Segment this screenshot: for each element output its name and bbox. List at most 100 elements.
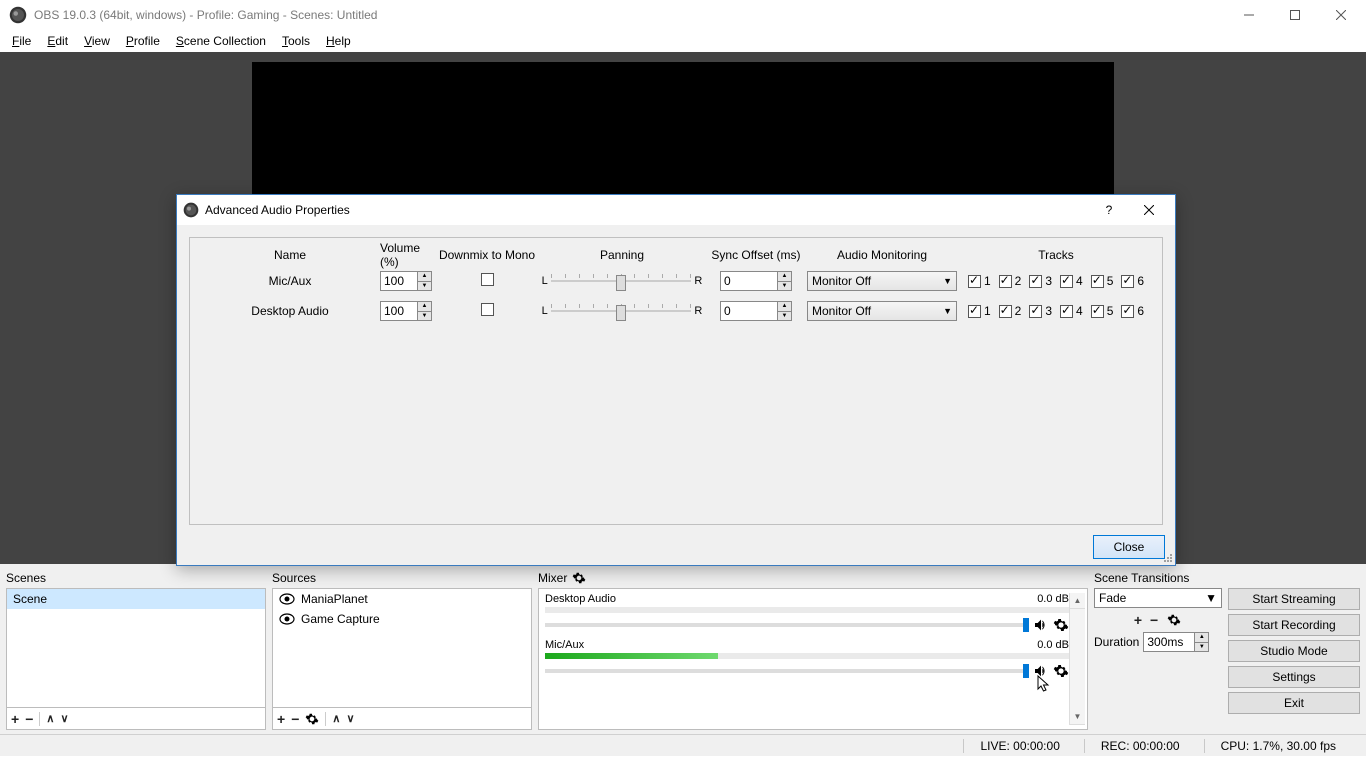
obs-logo-icon bbox=[183, 202, 199, 218]
channel-settings-button[interactable] bbox=[1053, 663, 1069, 679]
dialog-close-x-button[interactable] bbox=[1129, 195, 1169, 225]
spin-up-icon[interactable]: ▲ bbox=[418, 272, 431, 282]
spin-up-icon[interactable]: ▲ bbox=[778, 272, 791, 282]
menu-edit[interactable]: Edit bbox=[39, 32, 76, 50]
sync-input[interactable] bbox=[721, 302, 777, 320]
minimize-button[interactable] bbox=[1226, 0, 1272, 30]
remove-scene-button[interactable]: − bbox=[25, 711, 33, 727]
sync-input[interactable] bbox=[721, 272, 777, 290]
dialog-titlebar[interactable]: Advanced Audio Properties ? bbox=[177, 195, 1175, 225]
track-6-checkbox[interactable] bbox=[1121, 305, 1134, 318]
transition-settings-button[interactable] bbox=[1166, 612, 1182, 628]
sync-spinbox[interactable]: ▲▼ bbox=[720, 271, 792, 291]
track-3-checkbox[interactable] bbox=[1029, 275, 1042, 288]
mixer-panel: Mixer Desktop Audio0.0 dB Mic/Aux0.0 dB bbox=[538, 568, 1088, 730]
panning-slider[interactable] bbox=[551, 302, 691, 320]
volume-spinbox[interactable]: ▲▼ bbox=[380, 301, 432, 321]
spin-down-icon[interactable]: ▼ bbox=[778, 282, 791, 291]
exit-button[interactable]: Exit bbox=[1228, 692, 1360, 714]
move-source-down-button[interactable]: ∨ bbox=[346, 712, 354, 725]
transitions-title: Scene Transitions bbox=[1094, 568, 1222, 588]
sources-list[interactable]: ManiaPlanet Game Capture bbox=[272, 588, 532, 708]
track-1-checkbox[interactable] bbox=[968, 305, 981, 318]
menu-view[interactable]: View bbox=[76, 32, 118, 50]
menu-help[interactable]: Help bbox=[318, 32, 359, 50]
studio-mode-button[interactable]: Studio Mode bbox=[1228, 640, 1360, 662]
settings-button[interactable]: Settings bbox=[1228, 666, 1360, 688]
spin-up-icon[interactable]: ▲ bbox=[1195, 633, 1208, 643]
track-label: 4 bbox=[1076, 304, 1083, 318]
obs-logo-icon bbox=[8, 5, 28, 25]
scene-item[interactable]: Scene bbox=[7, 589, 265, 609]
volume-input[interactable] bbox=[381, 302, 417, 320]
monitor-combo[interactable]: Monitor Off▼ bbox=[807, 271, 957, 291]
mixer-scrollbar[interactable]: ▲ ▼ bbox=[1069, 593, 1085, 725]
track-4-checkbox[interactable] bbox=[1060, 275, 1073, 288]
scenes-title: Scenes bbox=[6, 568, 266, 588]
menu-profile[interactable]: Profile bbox=[118, 32, 168, 50]
track-2-checkbox[interactable] bbox=[999, 305, 1012, 318]
mute-button[interactable] bbox=[1033, 617, 1049, 633]
source-item[interactable]: Game Capture bbox=[273, 609, 531, 629]
track-5-checkbox[interactable] bbox=[1091, 275, 1104, 288]
spin-down-icon[interactable]: ▼ bbox=[418, 312, 431, 321]
mono-checkbox[interactable] bbox=[481, 273, 494, 286]
track-1-checkbox[interactable] bbox=[968, 275, 981, 288]
menu-file[interactable]: File bbox=[4, 32, 39, 50]
start-streaming-button[interactable]: Start Streaming bbox=[1228, 588, 1360, 610]
volume-input[interactable] bbox=[381, 272, 417, 290]
move-scene-down-button[interactable]: ∨ bbox=[60, 712, 68, 725]
remove-transition-button[interactable]: − bbox=[1150, 612, 1158, 628]
move-scene-up-button[interactable]: ∧ bbox=[46, 712, 54, 725]
mono-checkbox[interactable] bbox=[481, 303, 494, 316]
duration-spinbox[interactable]: ▲▼ bbox=[1143, 632, 1209, 652]
duration-input[interactable] bbox=[1144, 633, 1194, 651]
visibility-icon[interactable] bbox=[279, 613, 295, 625]
add-scene-button[interactable]: + bbox=[11, 711, 19, 727]
start-recording-button[interactable]: Start Recording bbox=[1228, 614, 1360, 636]
move-source-up-button[interactable]: ∧ bbox=[332, 712, 340, 725]
remove-source-button[interactable]: − bbox=[291, 711, 299, 727]
volume-slider[interactable] bbox=[545, 623, 1029, 627]
add-transition-button[interactable]: + bbox=[1134, 612, 1142, 628]
menu-tools[interactable]: Tools bbox=[274, 32, 318, 50]
dialog-help-button[interactable]: ? bbox=[1089, 195, 1129, 225]
track-5-checkbox[interactable] bbox=[1091, 305, 1104, 318]
menu-scene-collection[interactable]: Scene Collection bbox=[168, 32, 274, 50]
scroll-up-icon[interactable]: ▲ bbox=[1070, 593, 1085, 609]
track-4-checkbox[interactable] bbox=[1060, 305, 1073, 318]
sync-spinbox[interactable]: ▲▼ bbox=[720, 301, 792, 321]
mixer-settings-button[interactable] bbox=[571, 570, 587, 586]
track-label: 4 bbox=[1076, 274, 1083, 288]
spin-up-icon[interactable]: ▲ bbox=[418, 302, 431, 312]
track-3-checkbox[interactable] bbox=[1029, 305, 1042, 318]
maximize-button[interactable] bbox=[1272, 0, 1318, 30]
transition-select[interactable]: Fade▼ bbox=[1094, 588, 1222, 608]
spin-down-icon[interactable]: ▼ bbox=[1195, 643, 1208, 652]
visibility-icon[interactable] bbox=[279, 593, 295, 605]
resize-grip-icon[interactable] bbox=[1161, 551, 1173, 563]
sources-toolbar: + − ∧ ∨ bbox=[272, 708, 532, 730]
channel-settings-button[interactable] bbox=[1053, 617, 1069, 633]
volume-spinbox[interactable]: ▲▼ bbox=[380, 271, 432, 291]
sources-title: Sources bbox=[272, 568, 532, 588]
dialog-close-button[interactable]: Close bbox=[1093, 535, 1165, 559]
source-item[interactable]: ManiaPlanet bbox=[273, 589, 531, 609]
add-source-button[interactable]: + bbox=[277, 711, 285, 727]
track-2-checkbox[interactable] bbox=[999, 275, 1012, 288]
spin-down-icon[interactable]: ▼ bbox=[778, 312, 791, 321]
spin-down-icon[interactable]: ▼ bbox=[418, 282, 431, 291]
source-properties-button[interactable] bbox=[305, 712, 319, 726]
scenes-list[interactable]: Scene bbox=[6, 588, 266, 708]
menubar: File Edit View Profile Scene Collection … bbox=[0, 30, 1366, 52]
track-label: 3 bbox=[1045, 274, 1052, 288]
audio-row: Mic/Aux ▲▼ L R bbox=[200, 266, 1152, 296]
header-mono: Downmix to Mono bbox=[438, 248, 536, 262]
volume-slider[interactable] bbox=[545, 669, 1029, 673]
track-6-checkbox[interactable] bbox=[1121, 275, 1134, 288]
spin-up-icon[interactable]: ▲ bbox=[778, 302, 791, 312]
close-window-button[interactable] bbox=[1318, 0, 1364, 30]
scroll-down-icon[interactable]: ▼ bbox=[1070, 709, 1085, 725]
monitor-combo[interactable]: Monitor Off▼ bbox=[807, 301, 957, 321]
panning-slider[interactable] bbox=[551, 272, 691, 290]
